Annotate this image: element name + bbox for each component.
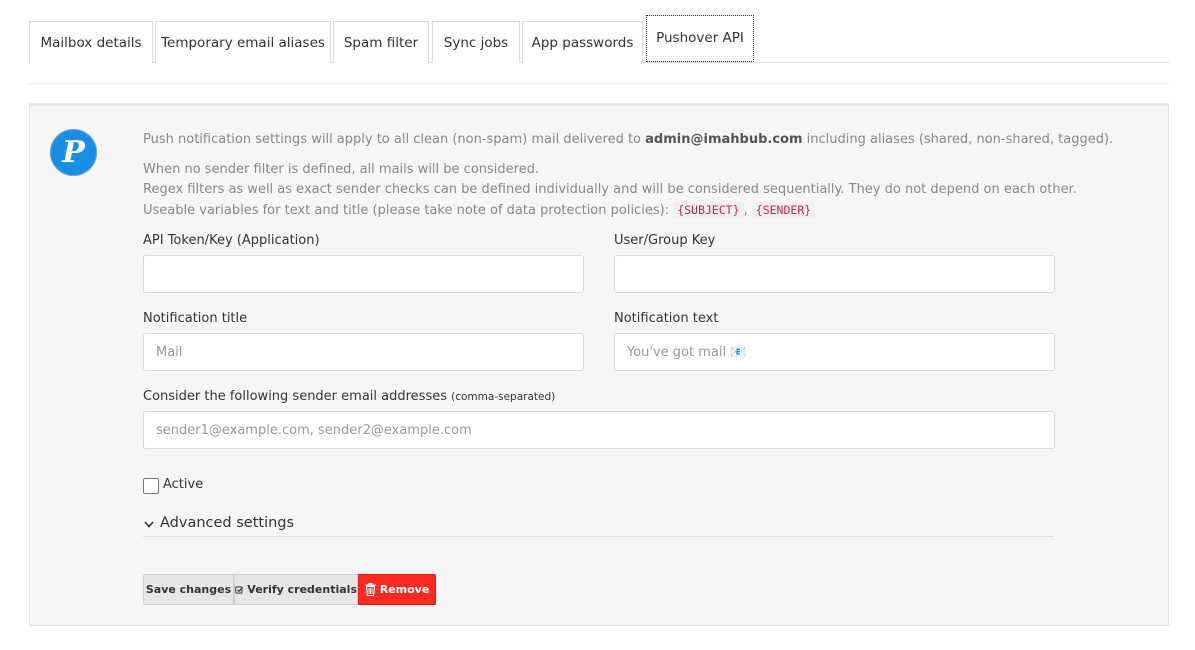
sender-addresses-label: Consider the following sender email addr…: [143, 389, 556, 404]
info-line-no-filter: When no sender filter is defined, all ma…: [143, 162, 540, 177]
info-line-recipient: Push notification settings will apply to…: [143, 132, 1114, 147]
verify-credentials-button[interactable]: Verify credentials: [234, 574, 358, 605]
active-label[interactable]: Active: [163, 477, 203, 492]
user-key-input[interactable]: [614, 255, 1055, 293]
info-line-regex: Regex filters as well as exact sender ch…: [143, 182, 1077, 197]
notification-text-input[interactable]: [614, 333, 1055, 371]
notification-text-label: Notification text: [614, 311, 719, 326]
variable-subject: {SUBJECT}: [673, 202, 744, 218]
active-checkbox[interactable]: [143, 478, 159, 494]
sender-addresses-hint: (comma-separated): [451, 391, 556, 403]
chevron-down-icon: [144, 521, 154, 528]
save-changes-button[interactable]: Save changes: [143, 574, 234, 605]
check-square-icon: [235, 585, 244, 594]
advanced-settings-label: Advanced settings: [160, 515, 295, 531]
pushover-logo-icon: P: [50, 129, 97, 176]
divider: [29, 83, 1169, 84]
tab-mailbox-details[interactable]: Mailbox details: [29, 21, 153, 63]
info-line-variables: Useable variables for text and title (pl…: [143, 200, 816, 221]
tab-sync-jobs[interactable]: Sync jobs: [432, 21, 520, 63]
remove-button[interactable]: Remove: [358, 574, 436, 605]
tab-spam-filter[interactable]: Spam filter: [333, 21, 429, 63]
user-key-label: User/Group Key: [614, 233, 716, 248]
tab-pushover-api[interactable]: Pushover API: [646, 15, 754, 62]
api-token-label: API Token/Key (Application): [143, 233, 320, 248]
notification-title-input[interactable]: [143, 333, 584, 371]
notification-title-label: Notification title: [143, 311, 248, 326]
tab-temporary-email-aliases[interactable]: Temporary email aliases: [155, 21, 331, 63]
trash-icon: [365, 583, 376, 596]
recipient-email: admin@imahbub.com: [645, 132, 803, 147]
advanced-settings-toggle[interactable]: Advanced settings: [143, 515, 1054, 537]
api-token-input[interactable]: [143, 255, 584, 293]
tab-app-passwords[interactable]: App passwords: [522, 21, 643, 63]
sender-addresses-input[interactable]: [143, 411, 1055, 449]
variable-sender: {SENDER}: [751, 202, 816, 218]
